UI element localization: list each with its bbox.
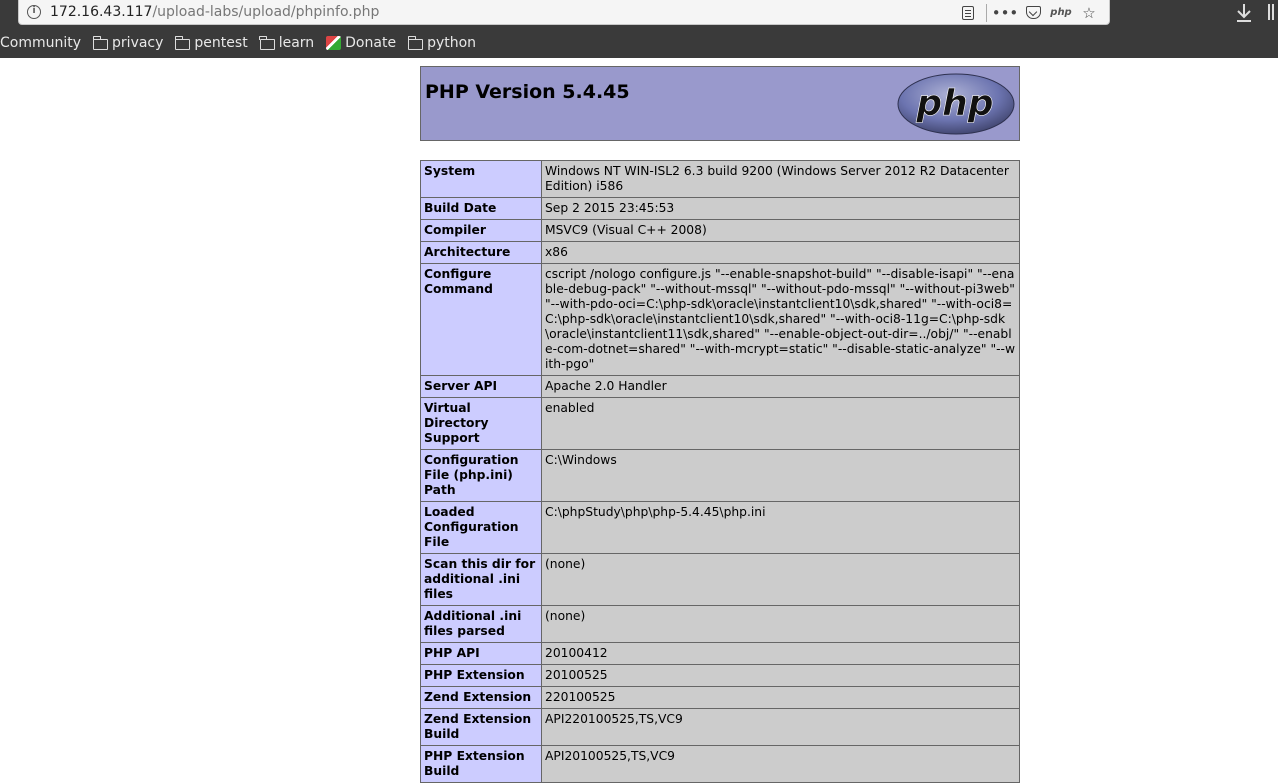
row-value: Windows NT WIN-ISL2 6.3 build 9200 (Wind… — [541, 160, 1020, 198]
bookmark-learn[interactable]: learn — [259, 35, 315, 51]
bookmark-label: python — [427, 35, 477, 51]
table-row: Scan this dir for additional .ini files(… — [420, 553, 1020, 606]
row-value: API220100525,TS,VC9 — [541, 708, 1020, 746]
table-row: Virtual Directory Support enabled — [420, 397, 1020, 450]
row-key: Loaded Configuration File — [420, 501, 542, 554]
bookmark-label: learn — [278, 35, 315, 51]
row-key: Configuration File (php.ini) Path — [420, 449, 542, 502]
download-icon[interactable] — [1235, 2, 1253, 24]
row-value: (none) — [541, 553, 1020, 606]
site-info-icon[interactable]: i — [27, 5, 41, 19]
address-bar-actions: ••• php ☆ — [954, 0, 1103, 25]
row-key: Configure Command — [420, 263, 542, 376]
url-host: 172.16.43.117 — [50, 4, 153, 20]
table-row: Server API Apache 2.0 Handler — [420, 375, 1020, 398]
row-key: Virtual Directory Support — [420, 397, 542, 450]
bookmark-python[interactable]: python — [407, 35, 477, 51]
folder-icon — [259, 35, 275, 50]
row-key: PHP Extension — [420, 664, 542, 687]
phpinfo-table: System Windows NT WIN-ISL2 6.3 build 9200… — [420, 160, 1020, 783]
row-value: cscript /nologo configure.js "--enable-s… — [541, 263, 1020, 376]
row-key: PHP Extension Build — [420, 745, 542, 783]
row-key: Compiler — [420, 219, 542, 242]
bookmark-star-button[interactable]: ☆ — [1075, 0, 1103, 25]
table-row: Configuration File (php.ini) Path C:\Wind… — [420, 449, 1020, 502]
page-title: PHP Version 5.4.45 — [425, 81, 630, 103]
row-value: API20100525,TS,VC9 — [541, 745, 1020, 783]
phpinfo-header: PHP Version 5.4.45 php — [420, 66, 1020, 141]
row-key: Scan this dir for additional .ini files — [420, 553, 542, 606]
table-row: System Windows NT WIN-ISL2 6.3 build 9200… — [420, 160, 1020, 198]
address-bar[interactable]: i 172.16.43.117/upload-labs/upload/phpin… — [18, 0, 1110, 25]
row-value: 20100525 — [541, 664, 1020, 687]
php-logo-text: php — [915, 83, 993, 124]
pocket-icon — [1025, 6, 1041, 19]
row-value: 20100412 — [541, 642, 1020, 665]
bookmarks-toolbar: Community privacy pentest learn Donate p… — [0, 31, 488, 55]
row-key: Additional .ini files parsed — [420, 605, 542, 643]
star-icon: ☆ — [1082, 3, 1096, 22]
phpinfo-content: PHP Version 5.4.45 php System Windows NT … — [420, 66, 1020, 783]
row-key: Zend Extension — [420, 686, 542, 709]
url-path: /upload-labs/upload/phpinfo.php — [152, 4, 380, 20]
row-value: (none) — [541, 605, 1020, 643]
bookmark-pentest[interactable]: pentest — [175, 35, 248, 51]
row-key: Zend Extension Build — [420, 708, 542, 746]
folder-icon — [175, 35, 191, 50]
row-key: System — [420, 160, 542, 198]
bookmark-privacy[interactable]: privacy — [92, 35, 164, 51]
bookmark-donate[interactable]: Donate — [326, 35, 396, 51]
table-row: Configure Command cscript /nologo configu… — [420, 263, 1020, 376]
php-extension-icon: php — [1050, 7, 1072, 18]
row-value: 220100525 — [541, 686, 1020, 709]
page-actions-button[interactable]: ••• — [991, 0, 1019, 25]
phpinfo-table-body: System Windows NT WIN-ISL2 6.3 build 9200… — [420, 160, 1020, 783]
url-text[interactable]: 172.16.43.117/upload-labs/upload/phpinfo… — [50, 4, 379, 20]
pocket-button[interactable] — [1019, 0, 1047, 25]
bookmark-label: pentest — [194, 35, 248, 51]
table-row: Loaded Configuration File C:\phpStudy\php… — [420, 501, 1020, 554]
row-value: C:\phpStudy\php\php-5.4.45\php.ini — [541, 501, 1020, 554]
table-row: PHP Extension 20100525 — [420, 664, 1020, 687]
library-icon[interactable] — [1268, 4, 1278, 22]
row-key: Server API — [420, 375, 542, 398]
browser-chrome: i 172.16.43.117/upload-labs/upload/phpin… — [0, 0, 1278, 58]
row-value: enabled — [541, 397, 1020, 450]
row-value: x86 — [541, 241, 1020, 264]
donate-icon — [326, 36, 342, 50]
row-value: MSVC9 (Visual C++ 2008) — [541, 219, 1020, 242]
row-key: Architecture — [420, 241, 542, 264]
php-logo[interactable]: php — [897, 73, 1015, 135]
table-row: Zend Extension 220100525 — [420, 686, 1020, 709]
reader-view-button[interactable] — [954, 0, 982, 25]
php-extension-button[interactable]: php — [1047, 0, 1075, 25]
bookmark-label: Donate — [345, 35, 397, 51]
row-value: Sep 2 2015 23:45:53 — [541, 197, 1020, 220]
table-row: Architecture x86 — [420, 241, 1020, 264]
bookmark-community[interactable]: Community — [0, 35, 81, 51]
table-row: Zend Extension Build API220100525,TS,VC9 — [420, 708, 1020, 746]
address-bar-separator — [986, 3, 987, 22]
folder-icon — [407, 35, 424, 50]
folder-icon — [92, 35, 109, 50]
table-row: Build Date Sep 2 2015 23:45:53 — [420, 197, 1020, 220]
row-key: PHP API — [420, 642, 542, 665]
table-row: PHP API 20100412 — [420, 642, 1020, 665]
row-value: C:\Windows — [541, 449, 1020, 502]
table-row: Additional .ini files parsed (none) — [420, 605, 1020, 643]
row-key: Build Date — [420, 197, 542, 220]
more-dots-icon: ••• — [991, 3, 1019, 22]
bookmark-label: Community — [0, 35, 82, 51]
row-value: Apache 2.0 Handler — [541, 375, 1020, 398]
reader-view-icon — [962, 5, 974, 20]
table-row: Compiler MSVC9 (Visual C++ 2008) — [420, 219, 1020, 242]
bookmark-label: privacy — [112, 35, 164, 51]
table-row: PHP Extension Build API20100525,TS,VC9 — [420, 745, 1020, 783]
